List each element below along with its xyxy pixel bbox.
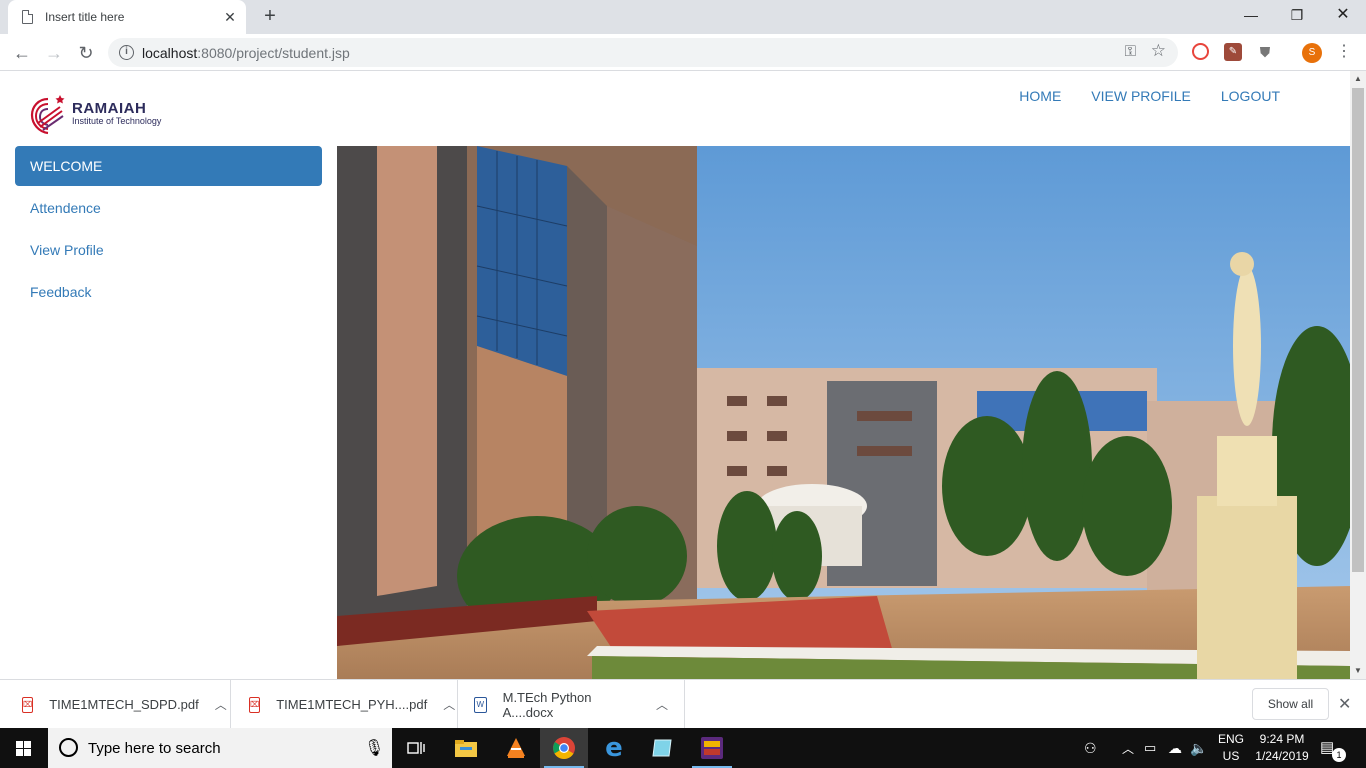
page-icon <box>22 10 33 24</box>
word-file-icon: W <box>474 696 487 713</box>
browser-tab-strip: Insert title here ✕ + — ❐ ✕ <box>0 0 1366 34</box>
chevron-up-icon[interactable]: ︿ <box>656 696 668 713</box>
edge-icon[interactable]: e <box>590 728 638 768</box>
show-hidden-icons-icon[interactable]: ︿ <box>1122 728 1136 768</box>
top-nav: HOME VIEW PROFILE LOGOUT <box>1019 88 1280 104</box>
back-icon[interactable]: ← <box>8 39 36 67</box>
sidebar-item-view-profile[interactable]: View Profile <box>15 230 322 270</box>
pdf-extension-icon[interactable]: ✎ <box>1224 43 1242 61</box>
people-icon[interactable]: ⚇ <box>1084 728 1104 768</box>
url-text: localhost:8080/project/student.jsp <box>142 45 350 61</box>
volume-icon[interactable]: 🔈 <box>1190 728 1208 768</box>
scroll-down-icon[interactable]: ▼ <box>1350 663 1366 679</box>
battery-icon[interactable]: ▭ <box>1144 728 1162 768</box>
url-path: :8080/project/student.jsp <box>197 45 350 61</box>
clock-time: 9:24 PM <box>1259 732 1305 746</box>
nav-logout-link[interactable]: LOGOUT <box>1221 88 1280 104</box>
forward-icon[interactable]: → <box>40 39 68 67</box>
download-item[interactable]: W M.TEch Python A....docx ︿ <box>458 680 685 729</box>
download-filename: TIME1MTECH_SDPD.pdf <box>49 697 199 712</box>
scroll-up-icon[interactable]: ▲ <box>1350 71 1366 87</box>
sidebar-nav: WELCOME Attendence View Profile Feedback <box>15 146 322 314</box>
nav-home-link[interactable]: HOME <box>1019 88 1061 104</box>
close-shelf-icon[interactable]: ✕ <box>1338 694 1351 714</box>
site-info-icon[interactable]: i <box>119 45 134 60</box>
chrome-icon[interactable] <box>540 728 588 768</box>
extension-icon[interactable] <box>1192 43 1209 60</box>
task-view-icon[interactable] <box>392 728 440 768</box>
cortana-icon <box>59 738 78 757</box>
microphone-icon[interactable]: 🎙 <box>364 738 384 758</box>
clock-date: 1/24/2019 <box>1255 749 1309 763</box>
network-icon[interactable]: ☁ <box>1168 728 1186 768</box>
chevron-up-icon[interactable]: ︿ <box>215 696 227 713</box>
new-tab-button[interactable]: + <box>258 4 282 28</box>
url-host: localhost <box>142 45 198 61</box>
window-close-button[interactable]: ✕ <box>1320 0 1366 30</box>
page-scrollbar[interactable]: ▲ ▼ <box>1350 71 1366 679</box>
notification-badge: 1 <box>1332 748 1346 762</box>
download-item[interactable]: ⌧ TIME1MTECH_PYH....pdf ︿ <box>231 680 458 729</box>
logo-brand-text: RAMAIAH <box>72 100 147 117</box>
file-explorer-icon[interactable] <box>442 728 490 768</box>
app-pinned-icon[interactable] <box>688 728 736 768</box>
tab-close-icon[interactable]: ✕ <box>220 9 240 26</box>
address-bar[interactable]: i localhost:8080/project/student.jsp ⚿ ☆ <box>108 38 1178 67</box>
language-code: ENG <box>1217 732 1244 746</box>
windows-taskbar: Type here to search 🎙 e ⚇ ︿ ▭ ☁ 🔈 ENG US… <box>0 728 1366 768</box>
action-center-icon[interactable]: ▤ 1 <box>1320 738 1346 762</box>
download-filename: TIME1MTECH_PYH....pdf <box>276 697 428 712</box>
sidebar-item-welcome[interactable]: WELCOME <box>15 146 322 186</box>
restore-button[interactable]: ❐ <box>1274 0 1320 30</box>
search-placeholder: Type here to search <box>88 740 221 757</box>
sidebar-item-attendence[interactable]: Attendence <box>15 188 322 228</box>
vlc-icon[interactable] <box>492 728 540 768</box>
browser-toolbar: ← → ↻ i localhost:8080/project/student.j… <box>0 34 1366 71</box>
pdf-file-icon: ⌧ <box>249 696 261 713</box>
logo-mark-icon <box>30 95 65 135</box>
college-logo: RAMAIAH Institute of Technology <box>30 93 180 137</box>
pdf-file-icon: ⌧ <box>22 696 34 713</box>
download-filename: M.TEch Python A....docx <box>502 689 592 720</box>
chevron-up-icon[interactable]: ︿ <box>443 696 455 713</box>
scrollbar-thumb[interactable] <box>1352 88 1364 572</box>
windows-logo-icon <box>16 741 31 756</box>
reload-icon[interactable]: ↻ <box>72 39 100 67</box>
key-icon[interactable]: ⚿ <box>1125 43 1136 60</box>
keyboard-region: US <box>1222 749 1240 763</box>
taskbar-clock[interactable]: 9:24 PM 1/24/2019 <box>1250 731 1314 765</box>
download-item[interactable]: ⌧ TIME1MTECH_SDPD.pdf ︿ <box>0 680 231 729</box>
app-icon[interactable] <box>638 728 686 768</box>
nav-view-profile-link[interactable]: VIEW PROFILE <box>1091 88 1191 104</box>
page-content: RAMAIAH Institute of Technology HOME VIE… <box>0 71 1350 679</box>
bookmark-star-icon[interactable]: ☆ <box>1151 41 1166 61</box>
show-all-button[interactable]: Show all <box>1252 688 1329 720</box>
browser-tab[interactable]: Insert title here ✕ <box>8 0 246 34</box>
minimize-button[interactable]: — <box>1228 0 1274 30</box>
logo-sub-text: Institute of Technology <box>72 116 162 126</box>
start-button[interactable] <box>0 728 48 768</box>
menu-icon[interactable]: ⋮ <box>1336 41 1352 61</box>
sidebar-item-feedback[interactable]: Feedback <box>15 272 322 312</box>
download-shelf: ⌧ TIME1MTECH_SDPD.pdf ︿ ⌧ TIME1MTECH_PYH… <box>0 679 1366 729</box>
taskbar-search-box[interactable]: Type here to search 🎙 <box>48 728 392 768</box>
campus-photo <box>337 146 1350 679</box>
language-indicator[interactable]: ENG US <box>1214 731 1248 765</box>
profile-avatar[interactable]: S <box>1302 43 1322 63</box>
shield-extension-icon[interactable]: ⛊ <box>1256 43 1274 61</box>
tab-title: Insert title here <box>45 10 125 24</box>
